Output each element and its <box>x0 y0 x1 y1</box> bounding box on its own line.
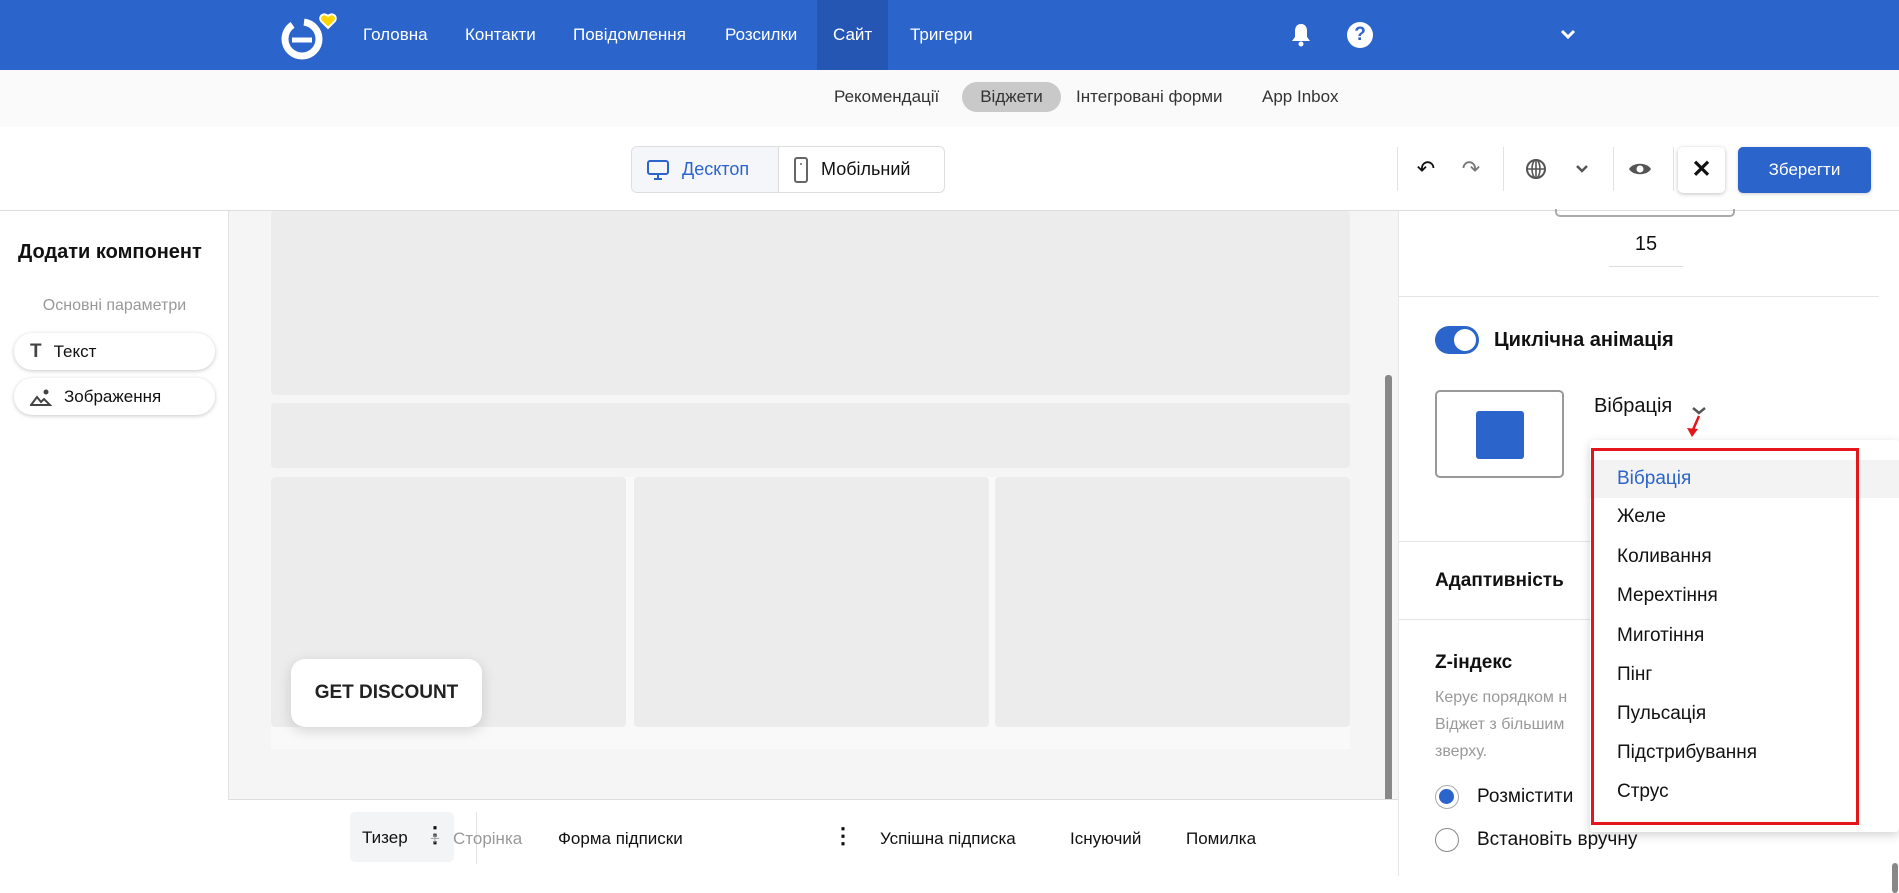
nav-contacts[interactable]: Контакти <box>465 0 536 70</box>
language-chevron-down-icon[interactable] <box>1566 153 1598 185</box>
add-text-button[interactable]: T Текст <box>14 333 215 370</box>
page-tabs-bar: Тизер ⋮ + Сторінка Форма підписки ⋮ Успі… <box>229 799 1398 876</box>
redo-icon[interactable]: ↷ <box>1455 153 1487 185</box>
mobile-label: Мобільний <box>821 159 911 179</box>
animation-select[interactable]: Вібрація <box>1594 395 1672 418</box>
preview-square <box>1476 411 1524 459</box>
nav-triggers[interactable]: Тригери <box>910 0 973 70</box>
bell-icon[interactable] <box>1290 22 1312 53</box>
preview-eye-icon[interactable] <box>1624 153 1656 185</box>
subnav-recommendations[interactable]: Рекомендації <box>834 82 939 112</box>
tab-add-page[interactable]: Сторінка <box>453 800 522 877</box>
get-discount-button[interactable]: GET DISCOUNT <box>291 659 482 727</box>
subnav-widgets[interactable]: Віджети <box>962 82 1061 112</box>
option-shake[interactable]: Струс <box>1590 773 1899 811</box>
editor-toolbar: Десктоп Мобільний ↶ ↷ ✕ Зберегти <box>0 127 1899 211</box>
subnav-app-inbox[interactable]: App Inbox <box>1262 82 1339 112</box>
add-page-icon[interactable]: + <box>430 800 440 877</box>
option-flicker[interactable]: Мерехтіння <box>1590 577 1899 615</box>
desktop-label: Десктоп <box>682 159 750 179</box>
add-component-sidebar: Додати компонент Основні параметри T Тек… <box>0 211 229 800</box>
cyclic-animation-label: Циклічна анімація <box>1494 329 1674 351</box>
radio-auto[interactable] <box>1435 785 1459 809</box>
option-jelly[interactable]: Желе <box>1590 498 1899 536</box>
subnav-integrated-forms[interactable]: Інтегровані форми <box>1076 82 1223 112</box>
help-icon[interactable]: ? <box>1347 22 1373 48</box>
option-bounce[interactable]: Підстрибування <box>1590 734 1899 772</box>
tab-teaser-label: Тизер <box>362 828 408 847</box>
add-text-label: Текст <box>53 341 97 361</box>
save-button[interactable]: Зберегти <box>1738 147 1871 193</box>
widget-canvas: GET DISCOUNT <box>229 211 1398 799</box>
option-blink[interactable]: Миготіння <box>1590 617 1899 655</box>
section-label: Основні параметри <box>42 297 187 314</box>
text-icon: T <box>30 340 42 362</box>
canvas-block-middle[interactable] <box>271 403 1350 468</box>
radio-auto-label: Розмістити <box>1477 786 1574 807</box>
cyclic-animation-toggle[interactable] <box>1435 326 1479 354</box>
undo-icon[interactable]: ↶ <box>1410 153 1442 185</box>
close-button[interactable]: ✕ <box>1678 147 1725 193</box>
nav-site[interactable]: Сайт <box>817 0 889 70</box>
account-chevron-down-icon[interactable] <box>1560 27 1576 45</box>
z-index-description: Керує порядком н Віджет з більшим зверху. <box>1435 689 1568 760</box>
option-pulse[interactable]: Пульсація <box>1590 695 1899 733</box>
mobile-icon <box>794 156 808 183</box>
desktop-icon <box>647 159 669 180</box>
subscription-more-icon[interactable]: ⋮ <box>832 823 854 849</box>
top-header: Головна Контакти Повідомлення Розсилки С… <box>0 0 1899 70</box>
canvas-block-top[interactable] <box>271 211 1350 395</box>
option-vibration[interactable]: Вібрація <box>1590 460 1899 498</box>
sidebar-title: Додати компонент <box>18 241 202 263</box>
globe-icon[interactable] <box>1520 153 1552 185</box>
option-swing[interactable]: Коливання <box>1590 538 1899 576</box>
nav-campaigns[interactable]: Розсилки <box>725 0 797 70</box>
radio-manual-label: Встановіть вручну <box>1477 829 1638 850</box>
device-switch: Десктоп Мобільний <box>631 146 945 193</box>
image-icon <box>30 389 52 406</box>
logo[interactable] <box>280 12 344 60</box>
option-ping[interactable]: Пінг <box>1590 656 1899 694</box>
nav-home[interactable]: Головна <box>363 0 428 70</box>
value-field[interactable]: 15 <box>1609 233 1683 267</box>
canvas-column-2[interactable] <box>634 477 989 727</box>
add-image-button[interactable]: Зображення <box>14 378 215 415</box>
animation-preview <box>1435 390 1564 478</box>
radio-manual[interactable] <box>1435 828 1459 852</box>
sub-navigation: Рекомендації Віджети Інтегровані форми A… <box>0 70 1899 127</box>
canvas-column-3[interactable] <box>995 477 1350 727</box>
add-image-label: Зображення <box>64 386 162 406</box>
animation-dropdown: Вібрація Желе Коливання Мерехтіння Мигот… <box>1590 440 1899 893</box>
adaptive-heading[interactable]: Адаптивність <box>1435 570 1564 592</box>
desktop-tab[interactable]: Десктоп <box>632 147 779 192</box>
tab-error[interactable]: Помилка <box>1186 800 1256 877</box>
z-index-heading: Z-індекс <box>1435 652 1513 673</box>
mobile-tab[interactable]: Мобільний <box>779 147 924 192</box>
canvas-scrollbar[interactable] <box>1385 375 1392 799</box>
tab-subscription-form[interactable]: Форма підписки <box>558 800 683 877</box>
tab-existing[interactable]: Існуючий <box>1070 800 1141 877</box>
tab-success[interactable]: Успішна підписка <box>880 800 1016 877</box>
nav-messages[interactable]: Повідомлення <box>573 0 686 70</box>
